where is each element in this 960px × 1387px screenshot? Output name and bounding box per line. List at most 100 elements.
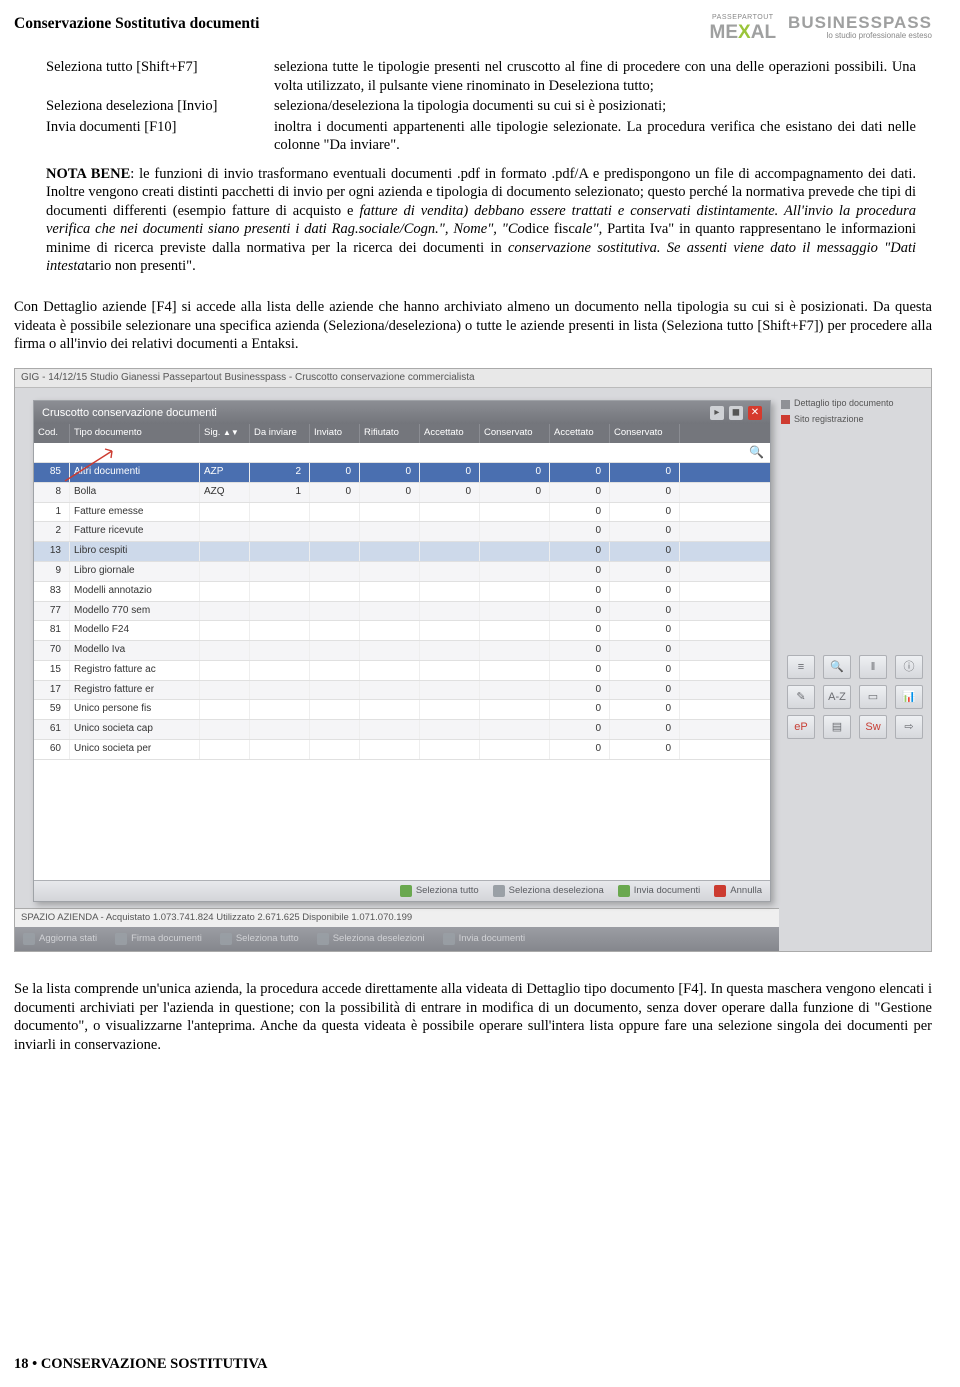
col-cod[interactable]: Cod. [34, 424, 70, 442]
col-conservato2[interactable]: Conservato [610, 424, 680, 442]
footer-button[interactable]: Invia documenti [618, 885, 701, 897]
nota-label: NOTA BENE [46, 166, 130, 182]
def-term-3: Invia documenti [F10] [46, 118, 266, 155]
space-bar: SPAZIO AZIENDA - Acquistato 1.073.741.82… [15, 908, 779, 927]
button-icon [618, 885, 630, 897]
table-row[interactable]: 83Modelli annotazio00 [34, 582, 770, 602]
side-icon[interactable]: ▭ [859, 685, 887, 709]
toggle-icon[interactable]: ▸ [710, 406, 724, 420]
logo-mexal-post: AL [751, 22, 776, 43]
table-row[interactable]: 17Registro fatture er00 [34, 681, 770, 701]
col-conservato[interactable]: Conservato [480, 424, 550, 442]
panel-header-icons: ▸ ◼ ✕ [708, 405, 762, 420]
nota-g: tario non presenti". [85, 258, 196, 274]
chip-icon [781, 400, 790, 409]
side-chip[interactable]: Dettaglio tipo documento [781, 398, 925, 410]
definition-list: Seleziona tutto [Shift+F7] seleziona tut… [46, 58, 916, 155]
button-icon [493, 885, 505, 897]
nota-bene: NOTA BENE: le funzioni di invio trasform… [46, 165, 916, 276]
table-row[interactable]: 70Modello Iva00 [34, 641, 770, 661]
page-header: Conservazione Sostitutiva documenti PASS… [14, 14, 932, 42]
logo-mexal-x: X [738, 22, 751, 43]
footer-button[interactable]: Seleziona deseleziona [493, 885, 604, 897]
grid-header: Cod. Tipo documento Sig. ▲▼ Da inviare I… [34, 424, 770, 442]
right-pane: Dettaglio tipo documento Sito registrazio… [779, 388, 931, 951]
side-icon[interactable]: ≡ [787, 655, 815, 679]
doc-title: Conservazione Sostitutiva documenti [14, 14, 259, 34]
panel-footer: Seleziona tutto Seleziona deseleziona Invi… [34, 880, 770, 901]
bottom-button[interactable]: Aggiorna stati [23, 933, 97, 945]
bottom-button[interactable]: Firma documenti [115, 933, 202, 945]
grid-body: 85Altri documentiAZP20000008BollaAZQ1000… [34, 463, 770, 760]
side-icon[interactable]: eP [787, 715, 815, 739]
table-row[interactable]: 1Fatture emesse00 [34, 503, 770, 523]
table-row[interactable]: 60Unico societa per00 [34, 740, 770, 760]
def-term-1: Seleziona tutto [Shift+F7] [46, 58, 266, 95]
side-icon[interactable]: 📊 [895, 685, 923, 709]
table-row[interactable]: 9Libro giornale00 [34, 562, 770, 582]
square-icon[interactable]: ◼ [729, 406, 743, 420]
footer-button[interactable]: Seleziona tutto [400, 885, 479, 897]
right-icon-grid: ≡ 🔍 ‖ ⓘ ✎ A-Z ▭ 📊 eP ▤ Sw ⇨ [781, 655, 925, 739]
button-icon [400, 885, 412, 897]
side-chip[interactable]: Sito registrazione [781, 414, 925, 426]
logo-businesspass: BUSINESSPASS lo studio professionale est… [788, 14, 932, 41]
col-dainviare[interactable]: Da inviare [250, 424, 310, 442]
side-icon[interactable]: Sw [859, 715, 887, 739]
after-paragraph: Se la lista comprende un'unica azienda, … [14, 980, 932, 1054]
table-row[interactable]: 2Fatture ricevute00 [34, 522, 770, 542]
button-icon [220, 933, 232, 945]
col-accettato[interactable]: Accettato [420, 424, 480, 442]
bottom-button[interactable]: Seleziona tutto [220, 933, 299, 945]
app-window: GIG - 14/12/15 Studio Gianessi Passepart… [14, 368, 932, 953]
logo-mexal: PASSEPARTOUT MEXAL [710, 14, 777, 42]
button-icon [115, 933, 127, 945]
panel-cruscotto: Cruscotto conservazione documenti ▸ ◼ ✕ … [33, 400, 771, 902]
side-icon[interactable]: ✎ [787, 685, 815, 709]
button-icon [317, 933, 329, 945]
col-tipo[interactable]: Tipo documento [70, 424, 200, 442]
table-row[interactable]: 13Libro cespiti00 [34, 542, 770, 562]
search-icon[interactable]: 🔍 [749, 445, 764, 460]
col-inviato[interactable]: Inviato [310, 424, 360, 442]
table-row[interactable]: 61Unico societa cap00 [34, 720, 770, 740]
nota-c: dice fisc [525, 221, 575, 237]
bottom-button[interactable]: Invia documenti [443, 933, 526, 945]
panel-header: Cruscotto conservazione documenti ▸ ◼ ✕ [34, 401, 770, 424]
table-row[interactable]: 85Altri documentiAZP2000000 [34, 463, 770, 483]
def-term-2: Seleziona deseleziona [Invio] [46, 97, 266, 116]
logo-mexal-big: MEXAL [710, 23, 777, 42]
chip-icon [781, 415, 790, 424]
logo-block: PASSEPARTOUT MEXAL BUSINESSPASS lo studi… [710, 14, 932, 42]
side-icon[interactable]: ‖ [859, 655, 887, 679]
table-row[interactable]: 81Modello F2400 [34, 621, 770, 641]
col-accettato2[interactable]: Accettato [550, 424, 610, 442]
def-desc-2: seleziona/deseleziona la tipologia docum… [274, 97, 916, 116]
col-sig[interactable]: Sig. ▲▼ [200, 424, 250, 442]
panel-title: Cruscotto conservazione documenti [42, 406, 217, 420]
mid-paragraph: Con Dettaglio aziende [F4] si accede all… [14, 298, 932, 354]
side-icon[interactable]: ▤ [823, 715, 851, 739]
footer-button[interactable]: Annulla [714, 885, 762, 897]
table-row[interactable]: 8BollaAZQ1000000 [34, 483, 770, 503]
window-titlebar: GIG - 14/12/15 Studio Gianessi Passepart… [15, 369, 931, 389]
side-icon[interactable]: A-Z [823, 685, 851, 709]
bottom-button[interactable]: Seleziona deselezioni [317, 933, 425, 945]
logo-bp-small: lo studio professionale esteso [788, 31, 932, 41]
table-row[interactable]: 59Unico persone fis00 [34, 700, 770, 720]
button-icon [23, 933, 35, 945]
logo-bp-big: BUSINESSPASS [788, 14, 932, 31]
side-icon[interactable]: ⓘ [895, 655, 923, 679]
page-footer: 18 • CONSERVAZIONE SOSTITUTIVA [14, 1355, 932, 1374]
side-icon[interactable]: ⇨ [895, 715, 923, 739]
button-icon [443, 933, 455, 945]
close-icon[interactable]: ✕ [748, 406, 762, 420]
grid-search-row: 🔍 [34, 443, 770, 463]
bottom-action-bar: Aggiorna stati Firma documenti Seleziona t… [15, 927, 779, 951]
sort-icon[interactable]: ▲▼ [223, 428, 239, 437]
col-rifiutato[interactable]: Rifiutato [360, 424, 420, 442]
table-row[interactable]: 15Registro fatture ac00 [34, 661, 770, 681]
table-row[interactable]: 77Modello 770 sem00 [34, 602, 770, 622]
side-icon[interactable]: 🔍 [823, 655, 851, 679]
nota-d: ale", [575, 221, 607, 237]
